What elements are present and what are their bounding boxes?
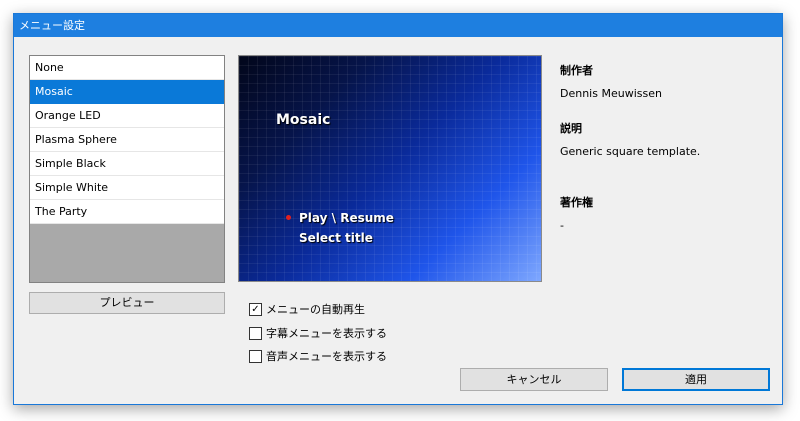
- list-item[interactable]: Simple Black: [30, 152, 224, 176]
- list-item[interactable]: None: [30, 56, 224, 80]
- copyright-label: 著作権: [560, 196, 593, 209]
- window-title: メニュー設定: [19, 19, 85, 32]
- preview-menu-item-select-title: Select title: [286, 228, 394, 248]
- preview-button[interactable]: プレビュー: [29, 292, 225, 314]
- subtitle-menu-option[interactable]: 字幕メニューを表示する: [249, 326, 387, 342]
- description-label: 説明: [560, 122, 582, 135]
- author-section: 制作者 Dennis Meuwissen: [560, 62, 662, 100]
- cancel-button[interactable]: キャンセル: [460, 368, 608, 391]
- list-item[interactable]: The Party: [30, 200, 224, 224]
- copyright-value: -: [560, 219, 564, 232]
- red-bullet-icon: [286, 215, 291, 220]
- subtitle-menu-checkbox[interactable]: [249, 326, 262, 340]
- author-value: Dennis Meuwissen: [560, 87, 662, 100]
- audio-menu-checkbox[interactable]: [249, 349, 262, 363]
- autoplay-checkbox[interactable]: ✓: [249, 302, 262, 316]
- description-section: 説明 Generic square template.: [560, 120, 700, 158]
- list-item[interactable]: Mosaic: [30, 80, 224, 104]
- audio-menu-label: 音声メニューを表示する: [266, 350, 387, 363]
- menu-settings-dialog: メニュー設定 None Mosaic Orange LED Plasma Sph…: [13, 13, 783, 405]
- autoplay-label: メニューの自動再生: [266, 303, 365, 316]
- preview-menu-label: Select title: [299, 231, 373, 245]
- preview-title: Mosaic: [276, 112, 331, 128]
- subtitle-menu-label: 字幕メニューを表示する: [266, 327, 387, 340]
- list-item[interactable]: Plasma Sphere: [30, 128, 224, 152]
- list-item[interactable]: Simple White: [30, 176, 224, 200]
- author-label: 制作者: [560, 64, 593, 77]
- template-listbox[interactable]: None Mosaic Orange LED Plasma Sphere Sim…: [29, 55, 225, 283]
- autoplay-option[interactable]: ✓ メニューの自動再生: [249, 302, 365, 318]
- copyright-section: 著作権 -: [560, 194, 593, 232]
- preview-menu-label: Play \ Resume: [299, 211, 394, 225]
- audio-menu-option[interactable]: 音声メニューを表示する: [249, 349, 387, 365]
- apply-button[interactable]: 適用: [622, 368, 770, 391]
- description-value: Generic square template.: [560, 145, 701, 158]
- list-item[interactable]: Orange LED: [30, 104, 224, 128]
- menu-preview: Mosaic Play \ Resume Select title: [238, 55, 542, 282]
- preview-menu-item-play: Play \ Resume: [286, 208, 394, 228]
- preview-menu: Play \ Resume Select title: [286, 208, 394, 248]
- window-titlebar[interactable]: メニュー設定: [14, 14, 782, 37]
